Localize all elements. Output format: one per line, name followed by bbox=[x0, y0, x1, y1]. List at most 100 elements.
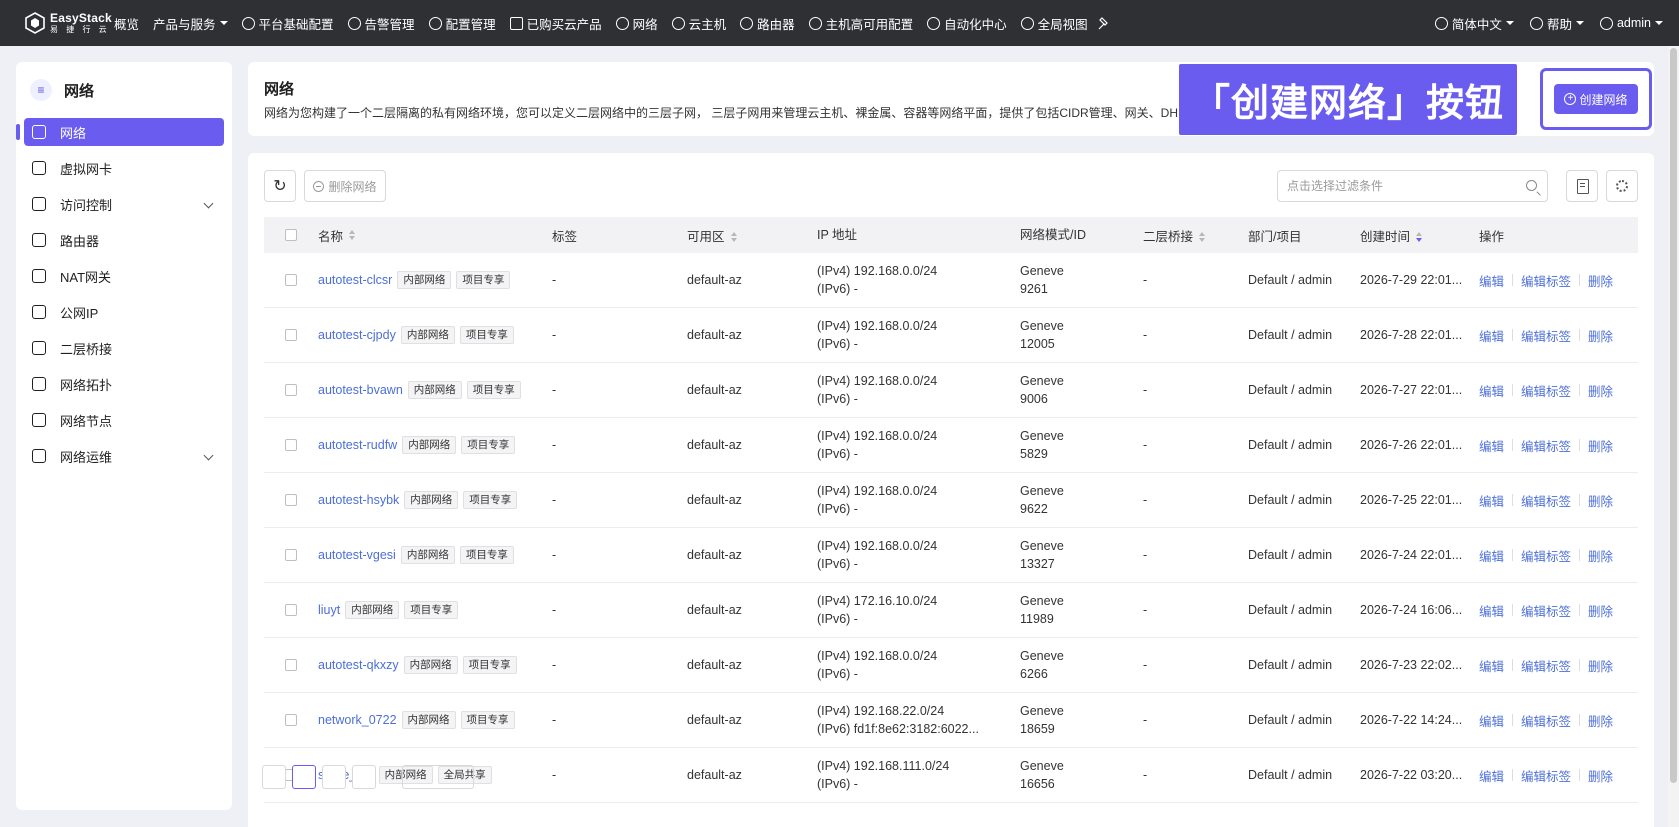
delete-link[interactable]: 删除 bbox=[1588, 436, 1613, 455]
page-scrollbar[interactable] bbox=[1668, 46, 1679, 827]
edit-link[interactable]: 编辑 bbox=[1479, 271, 1504, 290]
top-nav-item-0[interactable]: 概览 bbox=[114, 14, 139, 33]
edit-link[interactable]: 编辑 bbox=[1479, 326, 1504, 345]
create-network-button[interactable]: + 创建网络 bbox=[1554, 84, 1638, 114]
page-2-button[interactable] bbox=[322, 765, 346, 789]
network-name-link[interactable]: autotest-hsybk bbox=[318, 493, 399, 507]
edit-tag-link[interactable]: 编辑标签 bbox=[1521, 381, 1571, 400]
edit-tag-link[interactable]: 编辑标签 bbox=[1521, 436, 1571, 455]
edit-tag-link[interactable]: 编辑标签 bbox=[1521, 326, 1571, 345]
edit-link[interactable]: 编辑 bbox=[1479, 546, 1504, 565]
col-header-time[interactable]: 创建时间 bbox=[1360, 226, 1479, 245]
top-nav-item-5[interactable]: 已购买云产品 bbox=[509, 14, 602, 33]
delete-link[interactable]: 删除 bbox=[1588, 381, 1613, 400]
row-checkbox[interactable] bbox=[285, 439, 297, 451]
top-nav-item-8[interactable]: 路由器 bbox=[740, 14, 795, 33]
sidebar-item-8[interactable]: 网络节点 bbox=[24, 406, 224, 434]
network-name-link[interactable]: liuyt bbox=[318, 603, 340, 617]
edit-link[interactable]: 编辑 bbox=[1479, 491, 1504, 510]
network-name-link[interactable]: network_0722 bbox=[318, 713, 397, 727]
top-nav-item-9[interactable]: 主机高可用配置 bbox=[808, 14, 913, 33]
top-nav-item-6[interactable]: 网络 bbox=[615, 14, 658, 33]
row-checkbox[interactable] bbox=[285, 604, 297, 616]
row-checkbox[interactable] bbox=[285, 549, 297, 561]
sidebar-item-7[interactable]: 网络拓扑 bbox=[24, 370, 224, 398]
ipv6-value: (IPv6) - bbox=[817, 447, 858, 461]
sidebar-item-6[interactable]: 二层桥接 bbox=[24, 334, 224, 362]
scrollbar-thumb[interactable] bbox=[1670, 48, 1677, 783]
col-header-bridge[interactable]: 二层桥接 bbox=[1143, 226, 1248, 245]
search-icon[interactable] bbox=[1526, 180, 1537, 191]
edit-tag-link[interactable]: 编辑标签 bbox=[1521, 656, 1571, 675]
edit-tag-link[interactable]: 编辑标签 bbox=[1521, 711, 1571, 730]
delete-link[interactable]: 删除 bbox=[1588, 601, 1613, 620]
row-checkbox[interactable] bbox=[285, 714, 297, 726]
delete-link[interactable]: 删除 bbox=[1588, 326, 1613, 345]
edit-tag-link[interactable]: 编辑标签 bbox=[1521, 766, 1571, 785]
page-1-button[interactable] bbox=[292, 765, 316, 789]
delete-link[interactable]: 删除 bbox=[1588, 491, 1613, 510]
menu-icon[interactable]: ≡ bbox=[30, 79, 52, 101]
sidebar-item-9[interactable]: 网络运维 bbox=[24, 442, 224, 470]
edit-tag-link[interactable]: 编辑标签 bbox=[1521, 546, 1571, 565]
column-settings-button[interactable] bbox=[1606, 170, 1638, 202]
network-name-link[interactable]: autotest-bvawn bbox=[318, 383, 403, 397]
row-checkbox[interactable] bbox=[285, 494, 297, 506]
edit-link[interactable]: 编辑 bbox=[1479, 381, 1504, 400]
top-nav-item-11[interactable]: 全局视图 bbox=[1020, 14, 1088, 33]
delete-network-button[interactable]: 删除网络 bbox=[304, 170, 386, 202]
sidebar-item-1[interactable]: 虚拟网卡 bbox=[24, 154, 224, 182]
edit-link[interactable]: 编辑 bbox=[1479, 656, 1504, 675]
name-cell: autotest-qkxzy 内部网络 项目专享 bbox=[318, 656, 552, 674]
top-nav-item-7[interactable]: 云主机 bbox=[671, 14, 726, 33]
edit-link[interactable]: 编辑 bbox=[1479, 711, 1504, 730]
network-badge: 项目专享 bbox=[461, 436, 516, 454]
sidebar-item-5[interactable]: 公网IP bbox=[24, 298, 224, 326]
row-checkbox[interactable] bbox=[285, 329, 297, 341]
pin-icon[interactable] bbox=[1098, 16, 1111, 30]
filter-search-box[interactable] bbox=[1277, 170, 1548, 202]
user-menu[interactable]: admin bbox=[1599, 16, 1663, 30]
network-name-link[interactable]: autotest-qkxzy bbox=[318, 658, 399, 672]
row-checkbox[interactable] bbox=[285, 659, 297, 671]
sidebar-item-4[interactable]: NAT网关 bbox=[24, 262, 224, 290]
filter-search-input[interactable] bbox=[1287, 179, 1507, 193]
export-button[interactable] bbox=[1566, 170, 1598, 202]
delete-link[interactable]: 删除 bbox=[1588, 271, 1613, 290]
edit-tag-link[interactable]: 编辑标签 bbox=[1521, 601, 1571, 620]
sidebar-item-2[interactable]: 访问控制 bbox=[24, 190, 224, 218]
delete-link[interactable]: 删除 bbox=[1588, 766, 1613, 785]
top-nav-item-2[interactable]: 平台基础配置 bbox=[241, 14, 334, 33]
delete-link[interactable]: 删除 bbox=[1588, 546, 1613, 565]
top-nav-item-3[interactable]: 告警管理 bbox=[347, 14, 415, 33]
top-nav-item-10[interactable]: 自动化中心 bbox=[927, 14, 1007, 33]
col-header-name[interactable]: 名称 bbox=[318, 226, 552, 245]
top-nav-item-4[interactable]: 配置管理 bbox=[428, 14, 496, 33]
next-page-button[interactable] bbox=[352, 765, 376, 789]
edit-tag-link[interactable]: 编辑标签 bbox=[1521, 491, 1571, 510]
prev-page-button[interactable] bbox=[262, 765, 286, 789]
edit-link[interactable]: 编辑 bbox=[1479, 436, 1504, 455]
language-selector[interactable]: 简体中文 bbox=[1434, 14, 1514, 33]
network-name-link[interactable]: autotest-vgesi bbox=[318, 548, 396, 562]
edit-link[interactable]: 编辑 bbox=[1479, 601, 1504, 620]
delete-link[interactable]: 删除 bbox=[1588, 656, 1613, 675]
select-all-checkbox[interactable] bbox=[285, 229, 297, 241]
sidebar-item-3[interactable]: 路由器 bbox=[24, 226, 224, 254]
network-name-link[interactable]: autotest-cjpdy bbox=[318, 328, 396, 342]
help-menu[interactable]: 帮助 bbox=[1529, 14, 1584, 33]
network-name-link[interactable]: autotest-clcsr bbox=[318, 273, 392, 287]
top-nav-item-1[interactable]: 产品与服务 bbox=[153, 14, 228, 33]
page-size-select[interactable] bbox=[402, 765, 474, 789]
delete-link[interactable]: 删除 bbox=[1588, 711, 1613, 730]
row-checkbox[interactable] bbox=[285, 384, 297, 396]
refresh-button[interactable]: ↻ bbox=[264, 170, 296, 202]
sidebar-item-0[interactable]: 网络 bbox=[16, 118, 224, 146]
network-badge: 内部网络 bbox=[403, 656, 458, 674]
col-header-az[interactable]: 可用区 bbox=[687, 226, 817, 245]
row-checkbox[interactable] bbox=[285, 274, 297, 286]
edit-link[interactable]: 编辑 bbox=[1479, 766, 1504, 785]
brand-logo[interactable]: EasyStack 易 捷 行 云 bbox=[0, 0, 114, 46]
edit-tag-link[interactable]: 编辑标签 bbox=[1521, 271, 1571, 290]
network-name-link[interactable]: autotest-rudfw bbox=[318, 438, 397, 452]
